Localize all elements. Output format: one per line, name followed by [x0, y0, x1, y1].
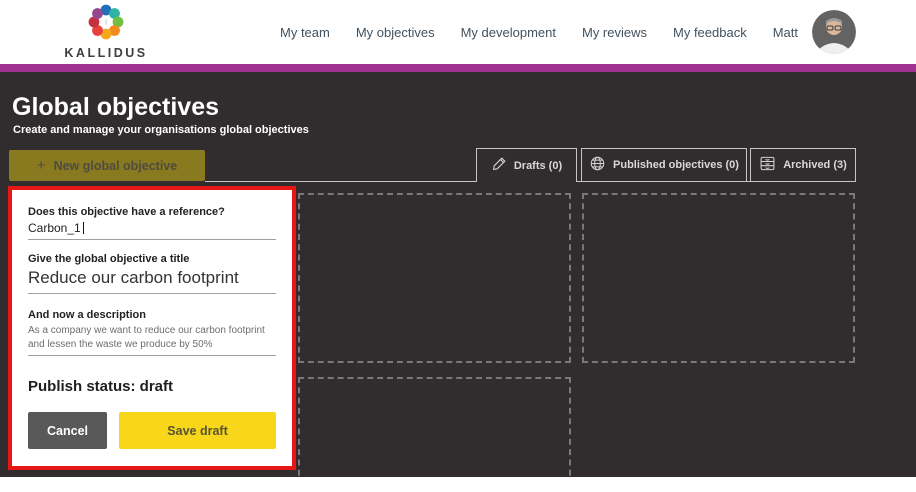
globe-icon: [589, 155, 606, 175]
plus-icon: +: [37, 157, 46, 174]
objective-placeholder: [298, 193, 571, 363]
pencil-icon: [491, 156, 507, 175]
reference-label: Does this objective have a reference?: [28, 206, 276, 219]
accent-bar: [0, 64, 916, 72]
kallidus-logo[interactable]: KALLIDUS: [62, 4, 150, 60]
title-input[interactable]: Reduce our carbon footprint: [28, 267, 276, 294]
reference-value: Carbon_1: [28, 221, 81, 235]
avatar[interactable]: [812, 10, 856, 54]
description-label: And now a description: [28, 309, 276, 322]
tab-archived-label: Archived (3): [783, 159, 847, 171]
nav-item-my-team[interactable]: My team: [280, 25, 330, 40]
description-input[interactable]: As a company we want to reduce our carbo…: [28, 324, 276, 356]
objective-placeholder: [298, 377, 571, 477]
new-objective-form: Does this objective have a reference? Ca…: [8, 186, 296, 470]
user-name[interactable]: Matt: [773, 25, 798, 40]
top-header: KALLIDUS My team My objectives My develo…: [0, 0, 916, 64]
main-nav: My team My objectives My development My …: [280, 10, 856, 54]
form-actions: Cancel Save draft: [28, 412, 276, 449]
cancel-button[interactable]: Cancel: [28, 412, 107, 449]
bottom-strip: [0, 477, 916, 492]
tab-archived[interactable]: Archived (3): [750, 148, 856, 181]
title-label: Give the global objective a title: [28, 253, 276, 266]
new-global-objective-label: New global objective: [54, 159, 178, 173]
tab-published-label: Published objectives (0): [613, 159, 739, 171]
nav-item-my-feedback[interactable]: My feedback: [673, 25, 747, 40]
tab-drafts[interactable]: Drafts (0): [476, 148, 577, 182]
kallidus-flower-icon: [85, 4, 127, 45]
global-objectives-section: Global objectives Create and manage your…: [0, 72, 916, 477]
tab-published-objectives[interactable]: Published objectives (0): [581, 148, 747, 181]
new-global-objective-button[interactable]: + New global objective: [9, 150, 205, 181]
brand-name: KALLIDUS: [64, 46, 147, 60]
objective-placeholder: [582, 193, 855, 363]
nav-item-my-development[interactable]: My development: [461, 25, 556, 40]
nav-item-my-objectives[interactable]: My objectives: [356, 25, 435, 40]
page-subtitle: Create and manage your organisations glo…: [13, 124, 309, 136]
nav-item-my-reviews[interactable]: My reviews: [582, 25, 647, 40]
reference-input[interactable]: Carbon_1: [28, 221, 276, 240]
app-window: KALLIDUS My team My objectives My develo…: [0, 0, 916, 492]
save-draft-button[interactable]: Save draft: [119, 412, 276, 449]
publish-status: Publish status: draft: [28, 378, 276, 396]
page-title: Global objectives: [12, 94, 219, 120]
text-cursor: [83, 222, 84, 234]
archive-icon: [759, 155, 776, 175]
tab-drafts-label: Drafts (0): [514, 160, 562, 172]
